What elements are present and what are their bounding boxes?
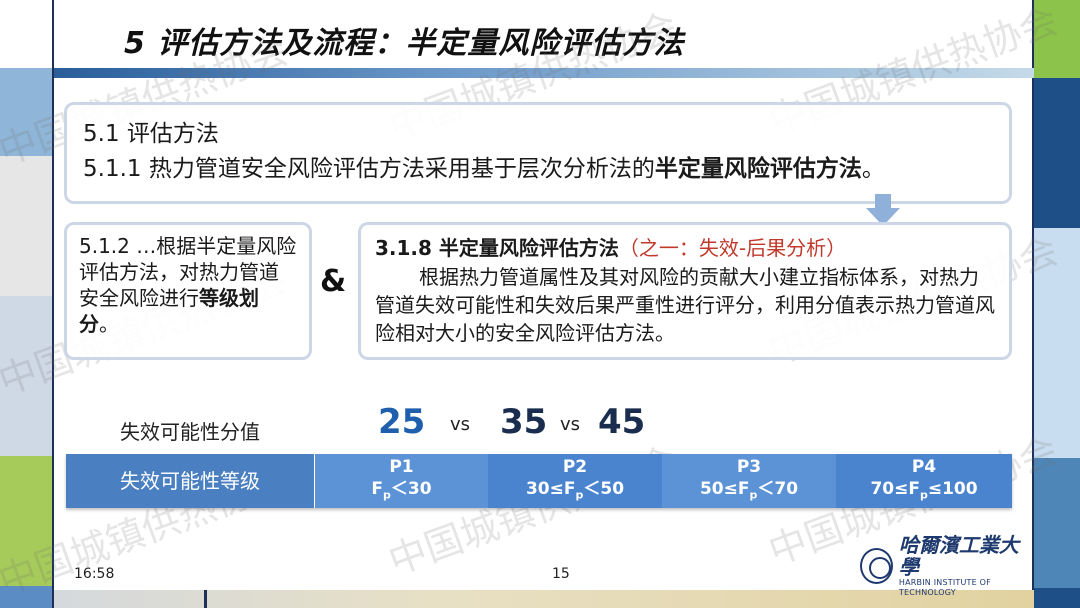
title-underline-bar (54, 68, 1034, 78)
slide-time: 16:58 (74, 566, 115, 582)
clause-5-1-2-box: 5.1.2 …根据半定量风险评估方法，对热力管道安全风险进行等级划分。 (64, 222, 312, 360)
range-prefix: F (371, 478, 384, 499)
range-prefix: 50≤F (699, 478, 750, 499)
vs-label: vs (450, 414, 471, 435)
frame-right-block-1 (1034, 0, 1080, 78)
level-cell-p3: P3 50≤Fp＜70 (662, 454, 836, 508)
logo-english-name: HARBIN INSTITUTE OF TECHNOLOGY (898, 578, 991, 597)
table-header-cell: 失效可能性等级 (66, 454, 314, 508)
range-prefix: 30≤F (525, 478, 576, 499)
range-suffix: ≤100 (927, 478, 978, 499)
range-suffix: ＜70 (757, 478, 799, 499)
clause-5-1-2-text: 5.1.2 …根据半定量风险评估方法，对热力管道安全风险进行 (79, 234, 297, 310)
seal-icon (860, 548, 893, 584)
section-heading: 5.1 评估方法 (83, 121, 219, 147)
range-suffix: ＜30 (390, 478, 432, 499)
footer-bar (54, 590, 1034, 608)
level-cell-p4: P4 70≤Fp≤100 (836, 454, 1012, 508)
clause-3-1-8-heading: 3.1.8 半定量风险评估方法（之一：失效-后果分析） (375, 233, 995, 263)
frame-left-block-6 (0, 586, 52, 608)
clause-end: 。 (861, 156, 885, 182)
method-summary-box: 5.1 评估方法 5.1.1 热力管道安全风险评估方法采用基于层次分析法的半定量… (64, 102, 1012, 204)
clause-3-1-8-body: 根据热力管道属性及其对风险的贡献大小建立指标体系，对热力管道失效可能性和失效后果… (375, 265, 995, 345)
level-name: P2 (562, 456, 588, 477)
slide-title: 5 评估方法及流程：半定量风险评估方法 (124, 26, 685, 61)
logo-text: 哈爾濱工業大學 HARBIN INSTITUTE OF TECHNOLOGY (899, 534, 1036, 598)
clause-emphasis: 半定量风险评估方法 (654, 156, 862, 182)
score-value: 25 (378, 402, 426, 442)
vs-label: vs (560, 414, 581, 435)
range-prefix: 70≤F (870, 478, 920, 499)
clause-3-1-8-title: 3.1.8 半定量风险评估方法 (375, 236, 619, 260)
university-logo: 哈爾濱工業大學 HARBIN INSTITUTE OF TECHNOLOGY (860, 534, 1036, 597)
frame-right-divider (1032, 0, 1034, 608)
score-value: 45 (598, 402, 646, 442)
frame-left-block-2 (0, 68, 52, 156)
level-cell-p1: P1 Fp＜30 (314, 454, 488, 508)
level-range: 30≤Fp＜50 (526, 478, 624, 506)
failure-level-table: 失效可能性等级 P1 Fp＜30 P2 30≤Fp＜50 P3 50≤Fp＜70… (66, 454, 1012, 508)
frame-right-block-2 (1034, 78, 1080, 228)
logo-chinese-name: 哈爾濱工業大學 (898, 533, 1019, 579)
level-name: P4 (911, 456, 937, 477)
clause-5-1-2-end: 。 (99, 312, 119, 336)
scores-label: 失效可能性分值 (120, 420, 260, 444)
ampersand: & (320, 264, 347, 299)
frame-right-block-5 (1034, 588, 1080, 608)
level-name: P3 (736, 456, 762, 477)
frame-right-block-4 (1034, 458, 1080, 588)
frame-right-block-3 (1034, 228, 1080, 458)
level-range: Fp＜30 (371, 478, 431, 506)
range-suffix: ＜50 (583, 478, 625, 499)
frame-left-block-1 (0, 0, 52, 68)
range-subscript: p (383, 488, 391, 502)
page-number: 15 (552, 566, 570, 582)
level-cell-p2: P2 30≤Fp＜50 (488, 454, 662, 508)
score-value: 35 (500, 402, 548, 442)
clause-5-1-1: 5.1.1 热力管道安全风险评估方法采用基于层次分析法的半定量风险评估方法。 (83, 151, 993, 187)
level-name: P1 (389, 456, 414, 477)
clause-text: 5.1.1 热力管道安全风险评估方法采用基于层次分析法的 (83, 156, 655, 182)
clause-3-1-8-subtitle: （之一：失效-后果分析） (618, 236, 847, 260)
frame-left-block-4 (0, 296, 52, 456)
level-range: 70≤Fp≤100 (870, 478, 977, 506)
level-range: 50≤Fp＜70 (700, 478, 798, 506)
frame-left-block-5 (0, 456, 52, 586)
clause-3-1-8-box: 3.1.8 半定量风险评估方法（之一：失效-后果分析） 根据热力管道属性及其对风… (358, 222, 1012, 360)
frame-left-divider (52, 0, 54, 608)
range-subscript: p (919, 488, 928, 502)
frame-left-block-3 (0, 156, 52, 296)
